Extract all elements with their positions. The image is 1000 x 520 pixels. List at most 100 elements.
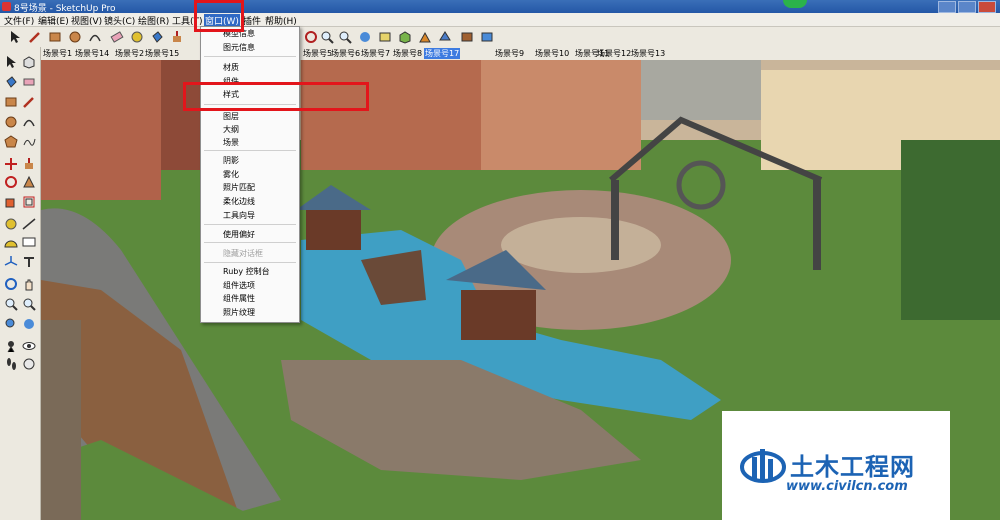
menu-separator <box>204 150 296 151</box>
menu-separator <box>204 224 296 225</box>
menu-item-match-photo[interactable]: 照片匹配 <box>223 182 255 193</box>
menu-item-materials[interactable]: 材质 <box>223 62 239 73</box>
scene-tab[interactable]: 场景号12 <box>596 48 632 59</box>
scene-tab[interactable]: 场景号1 <box>42 48 73 59</box>
look-around-tool-icon[interactable] <box>22 339 36 353</box>
style-icon[interactable] <box>460 30 474 44</box>
follow-me-tool-icon[interactable] <box>22 175 36 189</box>
paint-icon[interactable] <box>4 75 18 89</box>
menu-item-component-attributes[interactable]: 组件属性 <box>223 293 255 304</box>
freehand-tool-icon[interactable] <box>22 135 36 149</box>
component-icon[interactable] <box>398 30 412 44</box>
zoom-extents-tool-icon[interactable] <box>4 317 18 331</box>
arc-icon[interactable] <box>88 30 102 44</box>
scene-tab[interactable]: 场景号10 <box>534 48 570 59</box>
civil-engineering-logo-icon <box>740 449 786 483</box>
scale-tool-icon[interactable] <box>4 195 18 209</box>
scene-tab[interactable]: 场景号8 <box>392 48 423 59</box>
rectangle-tool-icon[interactable] <box>4 95 18 109</box>
position-camera-tool-icon[interactable] <box>4 339 18 353</box>
previous-tool-icon[interactable] <box>22 317 36 331</box>
section-plane-tool-icon[interactable] <box>22 357 36 371</box>
eraser-tool-icon[interactable] <box>22 75 36 89</box>
eraser-icon[interactable] <box>110 30 124 44</box>
axes-tool-icon[interactable] <box>4 255 18 269</box>
large-tool-set <box>0 47 41 520</box>
menu-item-entity-info[interactable]: 图元信息 <box>223 42 255 53</box>
pencil-line-icon[interactable] <box>28 30 42 44</box>
menu-item-ruby-console[interactable]: Ruby 控制台 <box>223 266 270 277</box>
menu-separator <box>204 242 296 243</box>
line-tool-icon[interactable] <box>22 95 36 109</box>
extension-icon[interactable] <box>438 30 452 44</box>
menu-item-shadows[interactable]: 阴影 <box>223 155 239 166</box>
menu-item-layers[interactable]: 图层 <box>223 111 239 122</box>
push-pull-icon[interactable] <box>170 30 184 44</box>
select-icon[interactable] <box>4 55 18 69</box>
menu-separator <box>204 56 296 57</box>
dimension-tool-icon[interactable] <box>22 217 36 231</box>
menu-item-instructor[interactable]: 工具向导 <box>223 210 255 221</box>
orbit-tool-icon[interactable] <box>4 277 18 291</box>
close-button[interactable] <box>978 1 996 13</box>
text-tool-icon[interactable] <box>22 235 36 249</box>
menu-item-scenes[interactable]: 场景 <box>223 137 239 148</box>
protractor-tool-icon[interactable] <box>4 235 18 249</box>
scene-tab[interactable]: 场景号13 <box>630 48 666 59</box>
watermark-url: www.civilcn.com <box>786 479 908 494</box>
circle-icon[interactable] <box>68 30 82 44</box>
rotate-tool-icon[interactable] <box>4 175 18 189</box>
walk-tool-icon[interactable] <box>4 357 18 371</box>
circle-tool-icon[interactable] <box>4 115 18 129</box>
make-component-icon[interactable] <box>22 55 36 69</box>
move-tool-icon[interactable] <box>4 157 18 171</box>
menu-view[interactable]: 视图(V) <box>71 14 102 27</box>
menu-item-preferences[interactable]: 使用偏好 <box>223 229 255 240</box>
highlight-box-styles-item <box>183 82 369 111</box>
tape-measure-tool-icon[interactable] <box>4 217 18 231</box>
scene-tab[interactable]: 场景号6 <box>330 48 361 59</box>
menu-edit[interactable]: 编辑(E) <box>38 14 69 27</box>
watermark: 土木工程网 www.civilcn.com <box>722 411 950 520</box>
menu-file[interactable]: 文件(F) <box>4 14 34 27</box>
scene-tab[interactable]: 场景号9 <box>494 48 525 59</box>
title-bar: 8号场景 - SketchUp Pro <box>0 0 1000 14</box>
pan-tool-icon[interactable] <box>22 277 36 291</box>
orbit-icon[interactable] <box>304 30 318 44</box>
minimize-button[interactable] <box>938 1 956 13</box>
paint-bucket-icon[interactable] <box>150 30 164 44</box>
maximize-button[interactable] <box>958 1 976 13</box>
watermark-title: 土木工程网 <box>790 453 915 481</box>
window-menu-dropdown: 模型信息 图元信息 材质 组件 样式 图层 大纲 场景 阴影 雾化 照片匹配 柔… <box>200 26 300 323</box>
menu-item-component-options[interactable]: 组件选项 <box>223 280 255 291</box>
menu-item-soften-edges[interactable]: 柔化边线 <box>223 196 255 207</box>
scene-tab-active[interactable]: 场景号17 <box>424 48 461 59</box>
menu-item-photo-textures[interactable]: 照片纹理 <box>223 307 255 318</box>
scene-tab[interactable]: 场景号15 <box>144 48 180 59</box>
tape-measure-icon[interactable] <box>130 30 144 44</box>
layer-icon[interactable] <box>480 30 494 44</box>
menu-item-fog[interactable]: 雾化 <box>223 169 239 180</box>
menu-draw[interactable]: 绘图(R) <box>138 14 169 27</box>
warehouse-icon[interactable] <box>418 30 432 44</box>
3d-text-tool-icon[interactable] <box>22 255 36 269</box>
zoom-window-tool-icon[interactable] <box>22 297 36 311</box>
menu-camera[interactable]: 镜头(C) <box>104 14 135 27</box>
zoom-extents-icon[interactable] <box>338 30 352 44</box>
highrise-building-left <box>41 60 161 200</box>
zoom-icon[interactable] <box>320 30 334 44</box>
select-arrow-icon[interactable] <box>8 30 22 44</box>
arc-tool-icon[interactable] <box>22 115 36 129</box>
scene-tab[interactable]: 场景号14 <box>74 48 110 59</box>
scene-tab[interactable]: 场景号7 <box>360 48 391 59</box>
menu-item-outliner[interactable]: 大纲 <box>223 124 239 135</box>
zoom-tool-icon[interactable] <box>4 297 18 311</box>
previous-view-icon[interactable] <box>358 30 372 44</box>
scene-tab[interactable]: 场景号5 <box>302 48 333 59</box>
rectangle-icon[interactable] <box>48 30 62 44</box>
scene-view-icon[interactable] <box>378 30 392 44</box>
scene-tab[interactable]: 场景号2 <box>114 48 145 59</box>
polygon-tool-icon[interactable] <box>4 135 18 149</box>
push-pull-tool-icon[interactable] <box>22 157 36 171</box>
offset-tool-icon[interactable] <box>22 195 36 209</box>
